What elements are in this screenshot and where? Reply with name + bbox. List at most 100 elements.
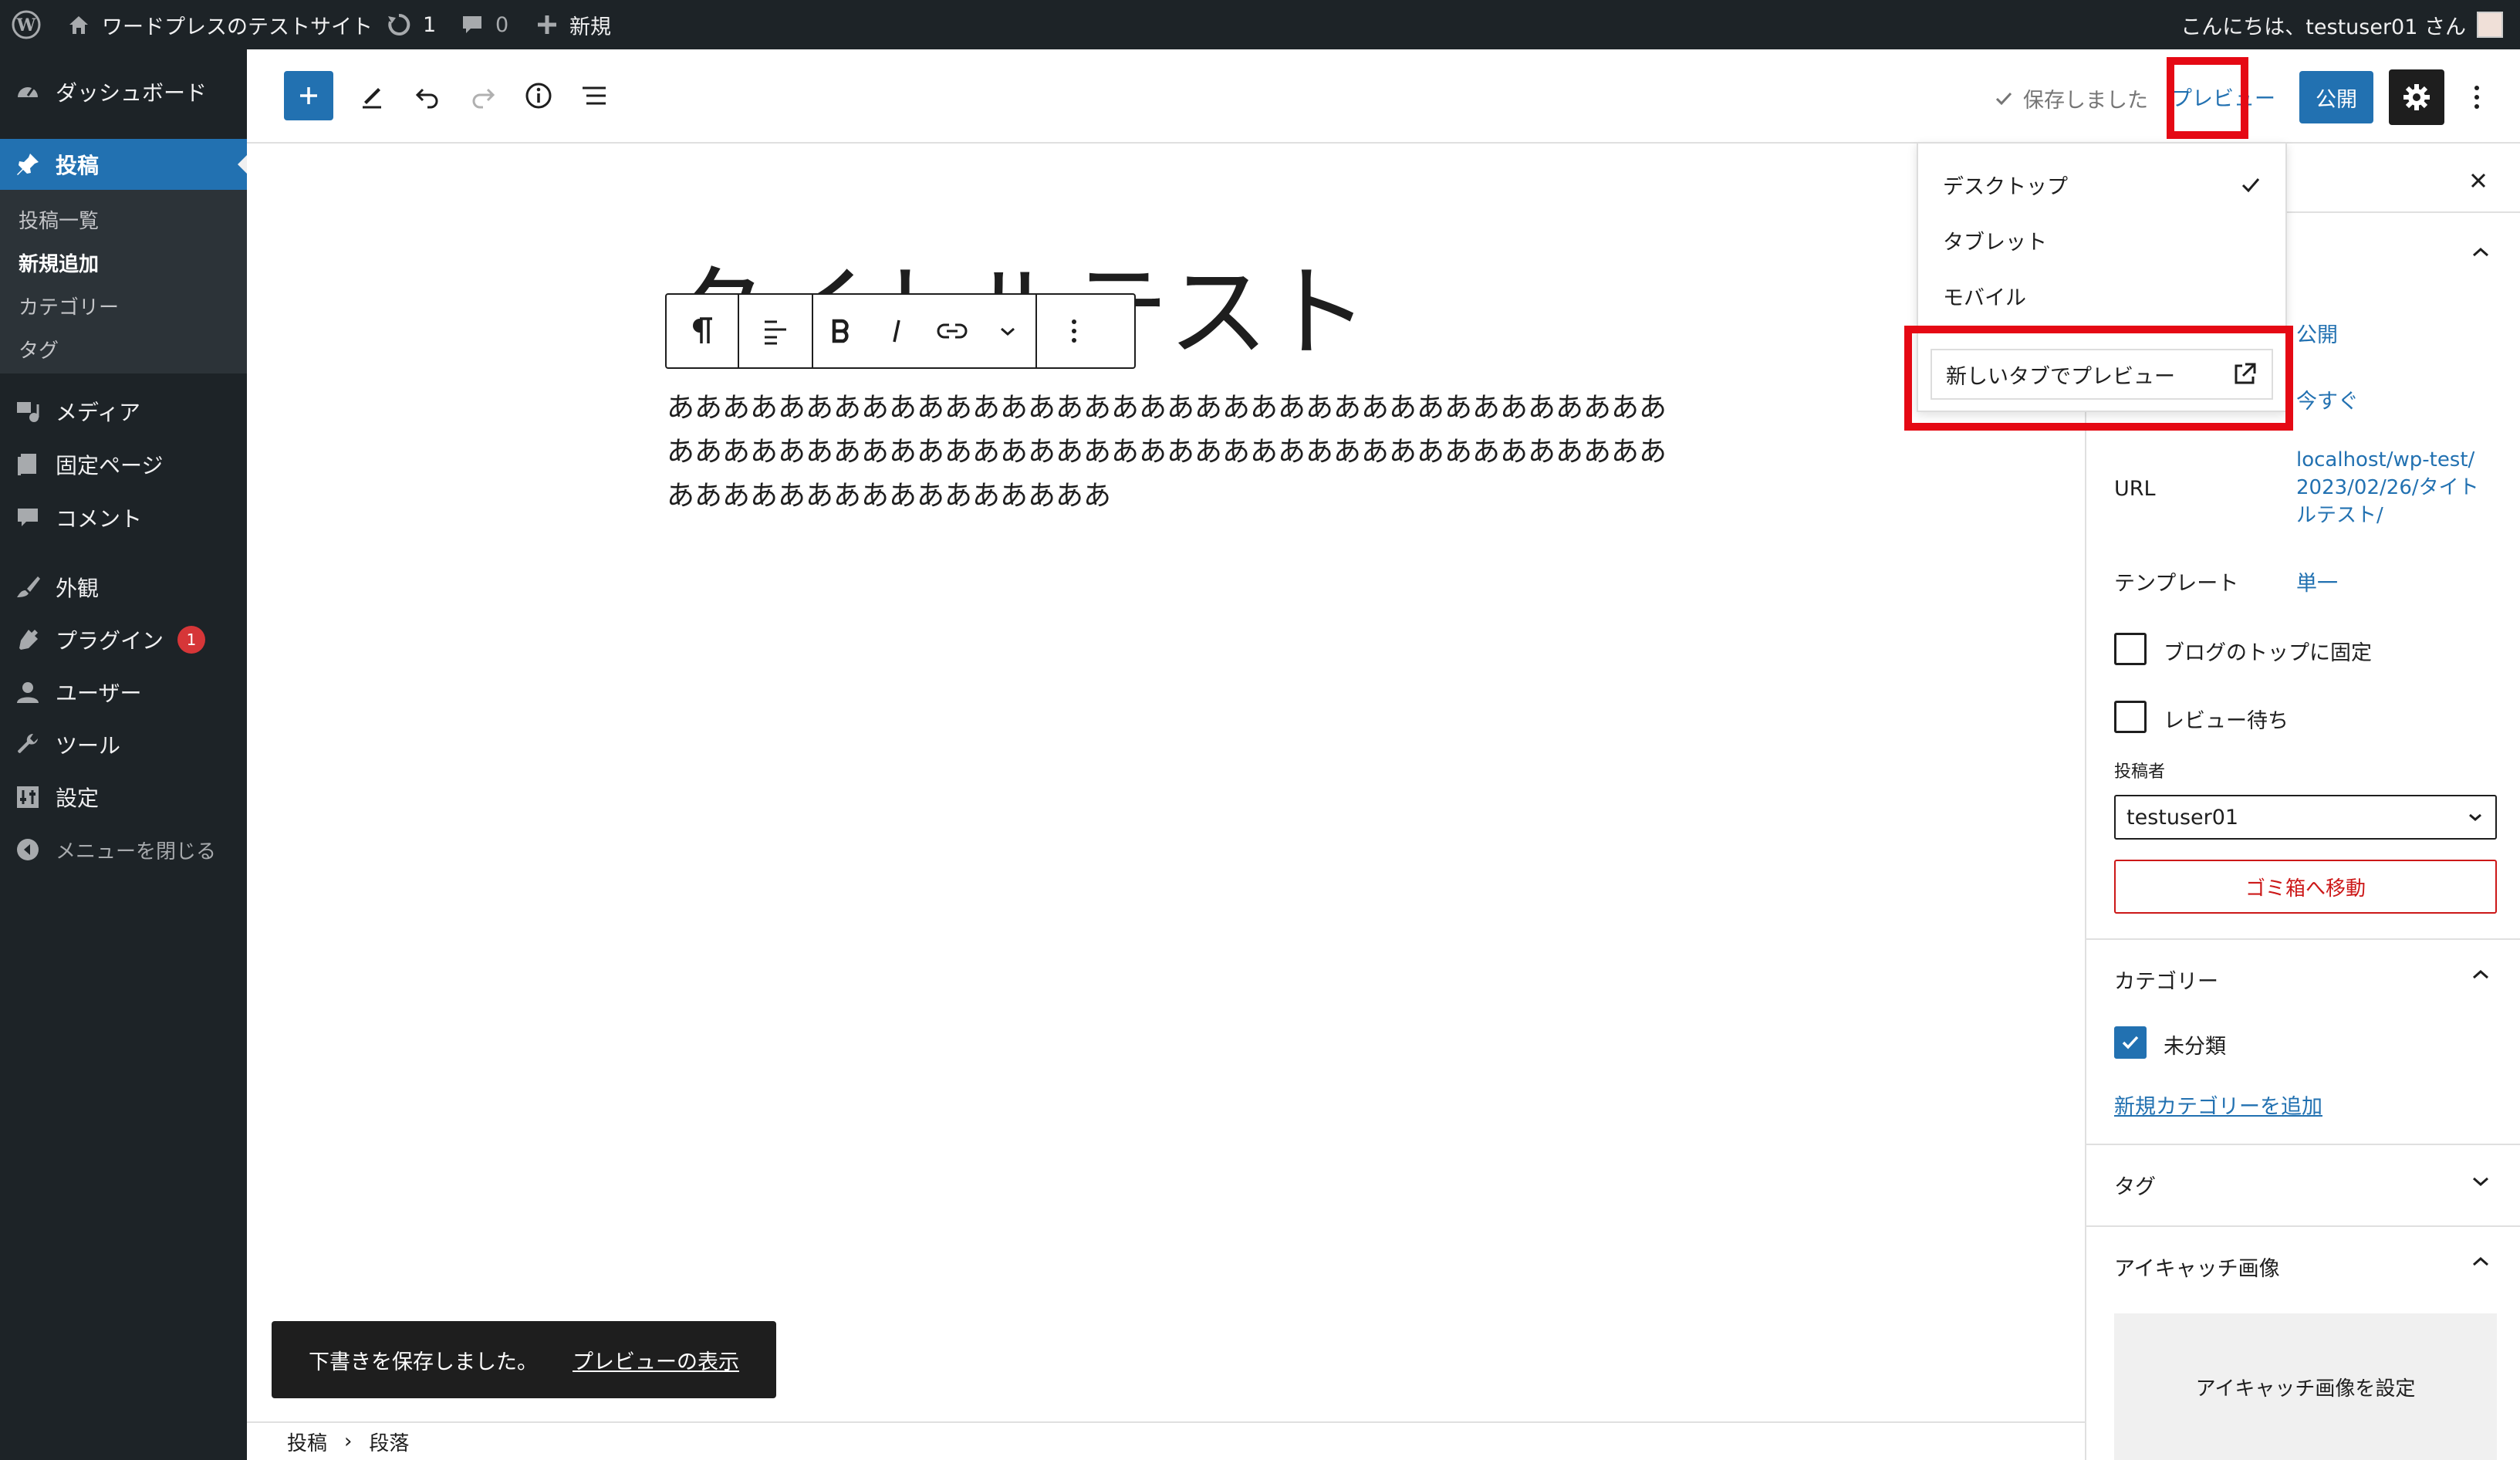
updates-link[interactable]: 1	[386, 0, 436, 49]
my-account[interactable]: こんにちは、testuser01 さん	[2181, 0, 2503, 49]
block-inserter-button[interactable]	[284, 71, 333, 120]
gear-icon	[2403, 84, 2430, 110]
new-content-link[interactable]: 新規	[535, 0, 611, 49]
chevron-up-icon[interactable]	[2469, 241, 2492, 264]
preview-desktop-option[interactable]: デスクトップ	[1943, 170, 2262, 200]
bold-button[interactable]	[813, 295, 869, 367]
sidebar-item-comments[interactable]: コメント	[0, 492, 247, 543]
more-rich-text-button[interactable]	[980, 295, 1035, 367]
author-select[interactable]: testuser01	[2114, 795, 2497, 840]
submenu-categories[interactable]: カテゴリー	[19, 292, 119, 320]
toolbar-group-align	[739, 295, 813, 367]
sidebar-item-users[interactable]: ユーザー	[0, 667, 247, 718]
sidebar-item-posts[interactable]: 投稿	[0, 139, 247, 190]
align-button[interactable]	[739, 295, 812, 367]
paragraph-block[interactable]: ああああああああああああああああああああああああああああああああああああああああ…	[667, 386, 1670, 518]
check-icon	[2241, 177, 2260, 192]
block-toolbar	[665, 293, 1136, 369]
preview-tablet-option[interactable]: タブレット	[1943, 225, 2047, 255]
pending-review-checkbox[interactable]	[2114, 701, 2147, 733]
close-icon	[2471, 173, 2486, 188]
paragraph-transform-button[interactable]	[667, 295, 738, 367]
sidebar-item-label: プラグイン	[56, 628, 164, 654]
sidebar-item-settings[interactable]: 設定	[0, 772, 247, 823]
close-panel-button[interactable]	[2464, 167, 2492, 194]
admin-bar: W ワードプレスのテストサイト 1 0 新規 こんにちは、testuser01 …	[0, 0, 2520, 49]
chevron-down-icon[interactable]	[2469, 1170, 2492, 1193]
publish-button[interactable]: 公開	[2299, 71, 2373, 123]
wordpress-logo-icon[interactable]: W	[11, 0, 42, 49]
submenu-all-posts[interactable]: 投稿一覧	[19, 205, 99, 234]
saved-label: 保存しました	[2023, 89, 2148, 113]
options-button[interactable]	[2461, 76, 2492, 119]
redo-icon	[472, 88, 495, 109]
sticky-checkbox[interactable]	[2114, 633, 2147, 665]
settings-sliders-icon	[14, 783, 42, 811]
avatar	[2477, 12, 2503, 38]
submenu-add-new[interactable]: 新規追加	[19, 248, 99, 277]
svg-text:W: W	[16, 15, 36, 35]
preview-mobile-option[interactable]: モバイル	[1943, 281, 2026, 311]
author-select-value: testuser01	[2126, 805, 2239, 830]
submenu-tags[interactable]: タグ	[19, 335, 59, 363]
url-value[interactable]: localhost/wp-test/2023/02/26/タイトルテスト/	[2296, 446, 2481, 529]
sticky-label: ブログのトップに固定	[2164, 641, 2372, 665]
breadcrumb-current: 段落	[369, 1431, 410, 1455]
undo-button[interactable]	[403, 71, 452, 120]
more-vertical-icon	[1072, 319, 1076, 343]
italic-icon	[893, 319, 900, 343]
list-view-button[interactable]	[569, 71, 619, 120]
sidebar-item-tools[interactable]: ツール	[0, 719, 247, 770]
chevron-down-icon	[1001, 327, 1015, 336]
sidebar-item-label: 設定	[56, 786, 100, 811]
sidebar-item-pages[interactable]: 固定ページ	[0, 439, 247, 490]
publish-date-value[interactable]: 今すぐ	[2296, 384, 2359, 414]
featured-image-panel-title[interactable]: アイキャッチ画像	[2114, 1252, 2280, 1282]
sidebar-item-label: ユーザー	[56, 681, 142, 706]
category-uncategorized-checkbox[interactable]	[2114, 1026, 2147, 1059]
comments-link[interactable]: 0	[460, 0, 508, 49]
sidebar-item-plugins[interactable]: プラグイン 1	[0, 614, 247, 665]
breadcrumb-root[interactable]: 投稿	[287, 1428, 327, 1456]
comment-icon	[463, 16, 481, 33]
collapse-menu-button[interactable]: メニューを閉じる	[0, 824, 247, 875]
move-to-trash-button[interactable]: ゴミ箱へ移動	[2114, 860, 2497, 914]
categories-panel-title[interactable]: カテゴリー	[2114, 965, 2218, 995]
block-options-button[interactable]	[1037, 295, 1111, 367]
template-value[interactable]: 単一	[2296, 566, 2338, 597]
highlight-box-preview	[2167, 57, 2248, 139]
set-featured-image-button[interactable]: アイキャッチ画像を設定	[2114, 1313, 2497, 1460]
link-button[interactable]	[924, 295, 980, 367]
sidebar-item-dashboard[interactable]: ダッシュボード	[0, 66, 247, 117]
check-icon	[2122, 1036, 2139, 1049]
tags-panel-title[interactable]: タグ	[2114, 1170, 2156, 1200]
dashboard-icon	[14, 78, 42, 106]
plus-icon	[300, 87, 317, 104]
italic-button[interactable]	[869, 295, 924, 367]
sidebar-item-label: メディア	[56, 400, 141, 425]
toolbar-group-format	[813, 295, 1037, 367]
redo-button[interactable]	[458, 71, 508, 120]
view-preview-link[interactable]: プレビューの表示	[573, 1345, 739, 1375]
bold-icon	[832, 319, 849, 343]
info-icon	[525, 83, 552, 109]
site-name-link[interactable]: ワードプレスのテストサイト	[66, 0, 373, 49]
category-uncategorized-label: 未分類	[2164, 1035, 2226, 1059]
sidebar-item-label: コメント	[56, 506, 143, 532]
plus-icon	[538, 15, 556, 34]
chevron-up-icon[interactable]	[2469, 963, 2492, 986]
chevron-up-icon[interactable]	[2469, 1250, 2492, 1273]
visibility-value[interactable]: 公開	[2296, 318, 2338, 348]
sidebar-item-media[interactable]: メディア	[0, 386, 247, 437]
sidebar-item-appearance[interactable]: 外観	[0, 562, 247, 613]
add-new-category-link[interactable]: 新規カテゴリーを追加	[2114, 1090, 2322, 1120]
block-breadcrumb: 投稿 › 段落	[247, 1421, 2085, 1460]
site-name: ワードプレスのテストサイト	[102, 15, 373, 39]
details-button[interactable]	[514, 71, 563, 120]
settings-toggle-button[interactable]	[2389, 69, 2444, 125]
sidebar-item-label: ダッシュボード	[56, 80, 208, 106]
align-left-icon	[765, 320, 786, 345]
tools-button[interactable]	[347, 71, 397, 120]
author-label: 投稿者	[2114, 762, 2166, 782]
highlight-box-new-tab	[1904, 326, 2293, 431]
